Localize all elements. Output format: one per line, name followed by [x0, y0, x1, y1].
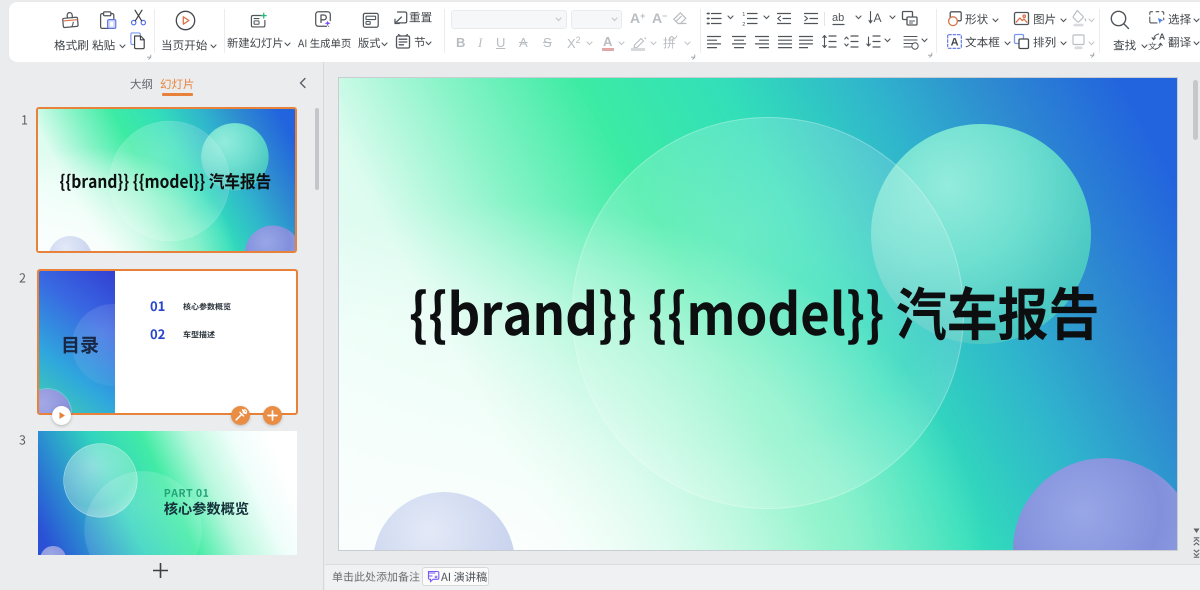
svg-text:A: A	[1159, 32, 1165, 42]
svg-text:A: A	[874, 11, 882, 25]
svg-text:A: A	[951, 37, 959, 49]
svg-text:2: 2	[742, 22, 745, 28]
svg-text:ab: ab	[832, 12, 844, 24]
svg-text:1: 1	[742, 12, 745, 18]
